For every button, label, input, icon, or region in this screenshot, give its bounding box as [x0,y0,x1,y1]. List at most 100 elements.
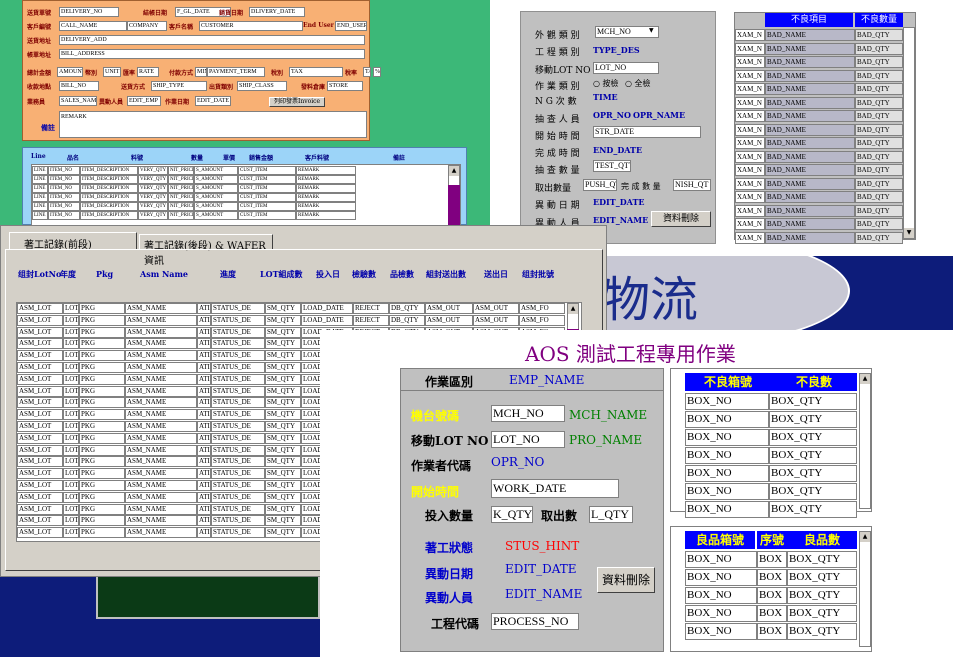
table-cell[interactable]: STATUS_DE [211,444,265,456]
table-cell[interactable]: ATI [197,491,211,503]
table-cell[interactable]: ASM_LOT [17,491,63,503]
table-cell[interactable]: SM_QTY [265,432,301,444]
defect-exam-cell[interactable]: XAM_N [735,164,765,176]
table-cell[interactable]: STATUS_DE [211,338,265,350]
r5-field[interactable]: TAX [289,67,343,77]
inspect-lot-field[interactable]: LOT_NO [593,62,659,74]
defect-name-cell[interactable]: BAD_NAME [765,110,855,122]
table-cell[interactable]: ATI [197,373,211,385]
table-cell[interactable]: ITEM_NO [48,193,80,202]
defect-name-cell[interactable]: BAD_NAME [765,56,855,68]
table-cell[interactable]: ITEM_NO [48,175,80,184]
table-cell[interactable]: REMARK [296,166,356,175]
bad-box-no-cell[interactable]: BOX_NO [685,393,769,410]
table-cell[interactable]: ATI [197,326,211,338]
r6-field[interactable]: SHIP_CLASS [237,81,287,91]
good-box-seq-cell[interactable]: BOX [757,623,787,640]
table-cell[interactable]: STATUS_DE [211,468,265,480]
defect-name-cell[interactable]: BAD_NAME [765,29,855,41]
table-cell[interactable]: ATI [197,515,211,527]
table-cell[interactable]: PKG [79,338,125,350]
table-cell[interactable]: ASM_NAME [125,373,197,385]
table-cell[interactable]: LOAD_DATE [301,314,353,326]
bad-box-qty-cell[interactable]: BOX_QTY [769,501,857,518]
r2-field[interactable]: END_USER [335,21,367,31]
table-cell[interactable]: ITEM_DESCRIPTION [80,184,138,193]
table-row[interactable]: LINE ITEM_NO ITEM_DESCRIPTION VERY_QTY NIT_P… [32,175,448,184]
defect-qty-cell[interactable]: BAD_QTY [855,164,903,176]
table-cell[interactable]: ASM_LOT [17,385,63,397]
defect-qty-cell[interactable]: BAD_QTY [855,56,903,68]
table-cell[interactable]: ATI [197,456,211,468]
table-cell[interactable]: PKG [79,421,125,432]
table-cell[interactable]: ASM_NAME [125,326,197,338]
defect-name-cell[interactable]: BAD_NAME [765,231,855,244]
defect-exam-cell[interactable]: XAM_N [735,191,765,203]
defect-qty-cell[interactable]: BAD_QTY [855,83,903,95]
table-cell[interactable]: ITEM_DESCRIPTION [80,202,138,211]
table-row[interactable]: XAM_N BAD_NAME BAD_QTY [735,204,903,218]
defect-name-cell[interactable]: BAD_NAME [765,177,855,190]
defect-qty-cell[interactable]: BAD_QTY [855,69,903,82]
table-cell[interactable]: S_AMOUNT [194,166,238,175]
table-cell[interactable]: ATI [197,432,211,444]
defect-exam-cell[interactable]: XAM_N [735,69,765,82]
aos-out-qty-field[interactable]: L_QTY [589,506,633,523]
aos-process-field[interactable]: PROCESS_NO [491,613,579,630]
table-cell[interactable]: ATI [197,397,211,409]
table-row[interactable]: XAM_N BAD_NAME BAD_QTY [735,83,903,96]
r1-field[interactable]: DLIVERY_DATE [249,7,305,17]
r5-field[interactable]: MIN [195,67,207,77]
defect-name-cell[interactable]: BAD_NAME [765,164,855,176]
table-cell[interactable]: ATI [197,468,211,480]
table-cell[interactable]: ITEM_NO [48,184,80,193]
table-cell[interactable]: LOT [63,373,79,385]
bad-box-no-cell[interactable]: BOX_NO [685,465,769,482]
table-cell[interactable]: ASM_LOT [17,515,63,527]
radio-sample[interactable]: ○ 按檢 [593,78,619,89]
table-cell[interactable]: ASM_NAME [125,456,197,468]
table-cell[interactable]: ASM_LOT [17,480,63,491]
table-cell[interactable]: REJECT [353,303,389,314]
table-cell[interactable]: SM_QTY [265,503,301,515]
r5-field[interactable]: TAX [363,67,371,77]
table-row[interactable]: BOX_NO BOX BOX_QTY [685,605,857,622]
table-cell[interactable]: SM_QTY [265,373,301,385]
table-cell[interactable]: ASM_LOT [17,503,63,515]
table-cell[interactable]: ASM_LOT [17,397,63,409]
table-row[interactable]: XAM_N BAD_NAME BAD_QTY [735,123,903,137]
table-cell[interactable]: ATI [197,409,211,421]
r2-field[interactable]: CALL_NAME [59,21,127,31]
table-row[interactable]: XAM_N BAD_NAME BAD_QTY [735,137,903,150]
table-cell[interactable]: ASM_NAME [125,385,197,397]
bad-box-qty-cell[interactable]: BOX_QTY [769,429,857,446]
table-row[interactable]: XAM_N BAD_NAME BAD_QTY [735,69,903,83]
good-box-scrollbar[interactable]: ▲ [859,531,871,647]
defect-exam-cell[interactable]: XAM_N [735,231,765,244]
table-cell[interactable]: NIT_PRICE [168,166,194,175]
table-cell[interactable]: LOT [63,326,79,338]
bad-box-no-cell[interactable]: BOX_NO [685,483,769,500]
r5-field[interactable]: % [373,67,381,77]
table-cell[interactable]: ASM_LOT [17,373,63,385]
table-cell[interactable]: LINE [32,175,48,184]
r5-field[interactable]: RATE [137,67,159,77]
table-cell[interactable]: S_AMOUNT [194,202,238,211]
table-cell[interactable]: ASM_LOT [17,326,63,338]
table-cell[interactable]: S_AMOUNT [194,175,238,184]
table-row[interactable]: XAM_N BAD_NAME BAD_QTY [735,164,903,177]
address-field[interactable]: BILL_ADDRESS [59,49,365,59]
table-row[interactable]: XAM_N BAD_NAME BAD_QTY [735,42,903,56]
table-cell[interactable]: REMARK [296,175,356,184]
good-box-seq-cell[interactable]: BOX [757,605,787,622]
table-cell[interactable]: PKG [79,432,125,444]
good-box-qty-cell[interactable]: BOX_QTY [787,587,857,604]
table-cell[interactable]: ASM_NAME [125,468,197,480]
table-cell[interactable]: LINE [32,211,48,220]
table-cell[interactable]: LINE [32,202,48,211]
table-cell[interactable]: SM_QTY [265,421,301,432]
table-cell[interactable]: SM_QTY [265,362,301,373]
table-cell[interactable]: ASM_LOT [17,350,63,362]
table-cell[interactable]: PKG [79,362,125,373]
table-cell[interactable]: LINE [32,193,48,202]
